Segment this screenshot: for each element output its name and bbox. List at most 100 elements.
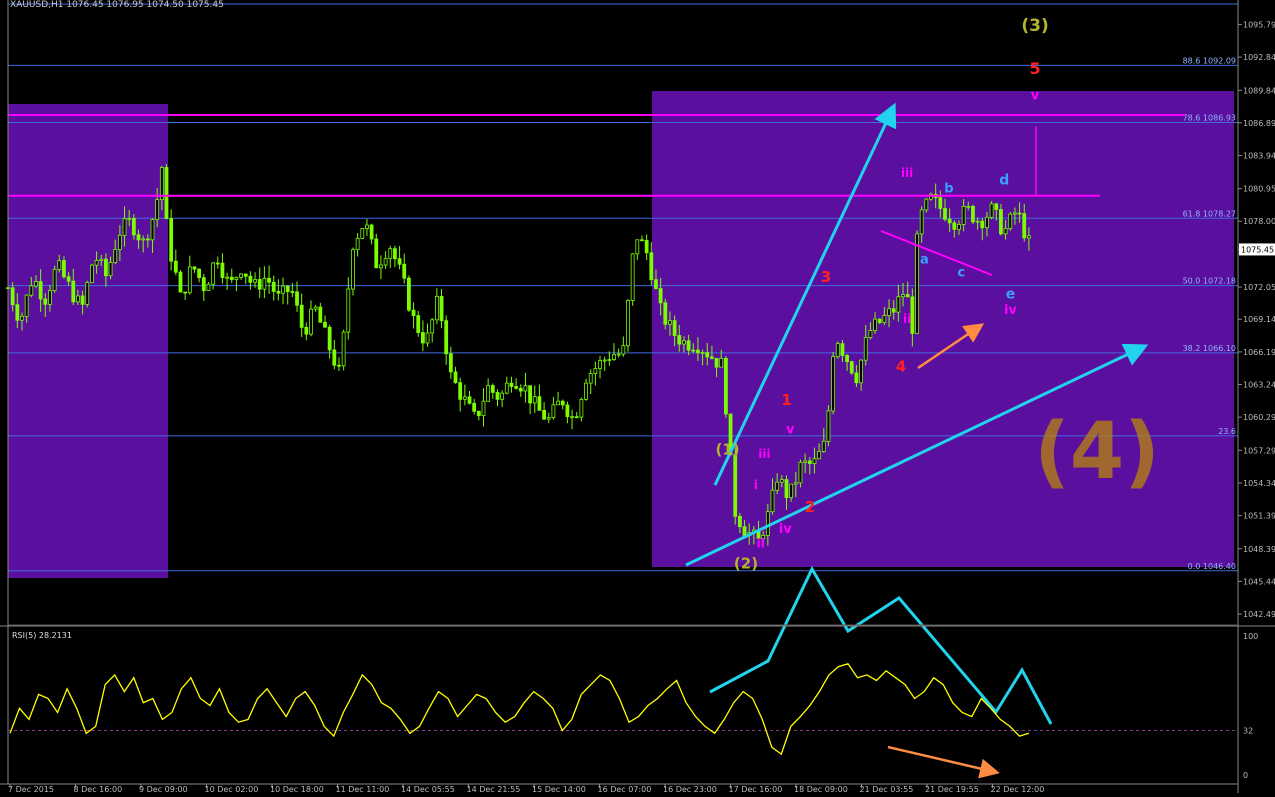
candle-body: [654, 279, 658, 289]
candle-body: [826, 410, 831, 442]
time-tick-label: 21 Dec 19:55: [925, 785, 979, 793]
price-tick-label: 1080.95: [1243, 185, 1275, 194]
candle-body: [20, 315, 24, 321]
candle-body: [831, 356, 836, 412]
candle-body: [34, 281, 38, 287]
candle-body: [173, 260, 178, 273]
candle-body: [584, 382, 588, 400]
candle-body: [379, 264, 383, 269]
candle-body: [602, 359, 607, 362]
candle-body: [103, 258, 108, 277]
candle-body: [798, 461, 803, 484]
candle-body: [369, 224, 374, 240]
wave-label: iv: [779, 522, 792, 537]
candle-body: [243, 273, 248, 277]
candle-body: [141, 238, 146, 241]
time-tick-label: 11 Dec 11:00: [336, 785, 390, 793]
candle-body: [164, 167, 169, 220]
fib-label: 38.2 1066.10: [1183, 344, 1236, 353]
candle-body: [99, 258, 104, 261]
price-tick-label: 1060.29: [1243, 413, 1275, 422]
candle-body: [770, 489, 775, 513]
candle-body: [943, 208, 947, 220]
candle-body: [402, 263, 407, 279]
candle-body: [626, 300, 630, 347]
candle-body: [355, 237, 360, 251]
candle-body: [877, 318, 882, 323]
time-tick-label: 8 Dec 16:00: [74, 785, 123, 793]
candle-body: [663, 302, 668, 325]
candle-body: [1027, 235, 1031, 239]
candle-body: [542, 409, 546, 420]
candle-body: [742, 526, 747, 536]
candle-body: [961, 206, 966, 225]
price-tick-label: 1095.79: [1243, 20, 1275, 29]
price-tick-label: 1072.05: [1243, 283, 1275, 292]
candle-body: [882, 315, 887, 323]
candle-body: [257, 279, 262, 290]
candle-body: [640, 239, 644, 242]
candle-body: [994, 203, 999, 210]
candle-body: [145, 238, 150, 241]
candle-body: [644, 239, 649, 254]
candle-body: [420, 332, 425, 344]
candle-body: [448, 353, 453, 373]
candle-body: [178, 271, 183, 293]
wave-label: 4: [896, 358, 906, 376]
wave-label: 2: [805, 498, 815, 516]
candle-body: [299, 304, 304, 328]
candle-body: [318, 306, 323, 323]
candle-body: [863, 337, 868, 361]
supply-zone-left: [8, 104, 168, 578]
candle-body: [434, 295, 439, 321]
candle-body: [76, 295, 80, 303]
wave-label: 3: [821, 268, 831, 286]
candle-body: [803, 460, 808, 463]
rsi-title: RSI(5) 28.2131: [12, 631, 72, 640]
candle-body: [714, 357, 719, 368]
candle-body: [509, 382, 514, 387]
candle-body: [779, 479, 784, 483]
candle-body: [765, 511, 770, 536]
candle-body: [169, 218, 174, 262]
candle-body: [915, 233, 919, 334]
candle-body: [281, 285, 285, 294]
candle-body: [225, 276, 229, 279]
wave-label: v: [1031, 89, 1040, 104]
candle-body: [1008, 213, 1013, 229]
candle-body: [332, 349, 337, 366]
candle-body: [686, 340, 691, 351]
candle-body: [472, 402, 477, 412]
candle-body: [989, 203, 994, 218]
price-tick-label: 1042.49: [1243, 610, 1275, 619]
candle-body: [15, 304, 20, 321]
candle-body: [807, 460, 812, 464]
candle-body: [495, 392, 500, 400]
chart-window: 88.6 1092.09 78.6 1086.93 61.8 1078.27 50.0…: [0, 0, 1275, 794]
candle-body: [691, 349, 696, 352]
candle-body: [733, 454, 738, 517]
chart-canvas[interactable]: 88.6 1092.0978.6 1086.9361.8 1078.2750.0…: [0, 0, 1275, 794]
time-tick-label: 15 Dec 14:00: [532, 785, 586, 793]
candle-body: [621, 345, 626, 355]
candle-body: [374, 238, 379, 269]
candle-body: [323, 321, 327, 328]
price-tick-label: 1045.44: [1243, 577, 1275, 586]
price-tick-label: 1086.89: [1243, 119, 1275, 128]
candle-body: [248, 275, 253, 283]
symbol-header: XAUUSD,H1 1076.45 1076.95 1074.50 1075.4…: [10, 0, 224, 10]
time-tick-label: 17 Dec 16:00: [729, 785, 783, 793]
wave-label: iii: [901, 166, 913, 180]
candle-body: [38, 281, 43, 300]
candle-body: [108, 262, 113, 277]
candle-body: [668, 320, 672, 325]
candle-body: [309, 308, 313, 335]
candle-body: [206, 283, 211, 291]
candle-body: [537, 396, 542, 411]
candle-body: [458, 382, 463, 400]
candle-body: [719, 357, 724, 368]
candle-body: [849, 361, 854, 374]
price-tick-label: 1078.00: [1243, 217, 1275, 226]
candle-body: [136, 234, 141, 241]
candle-body: [616, 353, 621, 356]
